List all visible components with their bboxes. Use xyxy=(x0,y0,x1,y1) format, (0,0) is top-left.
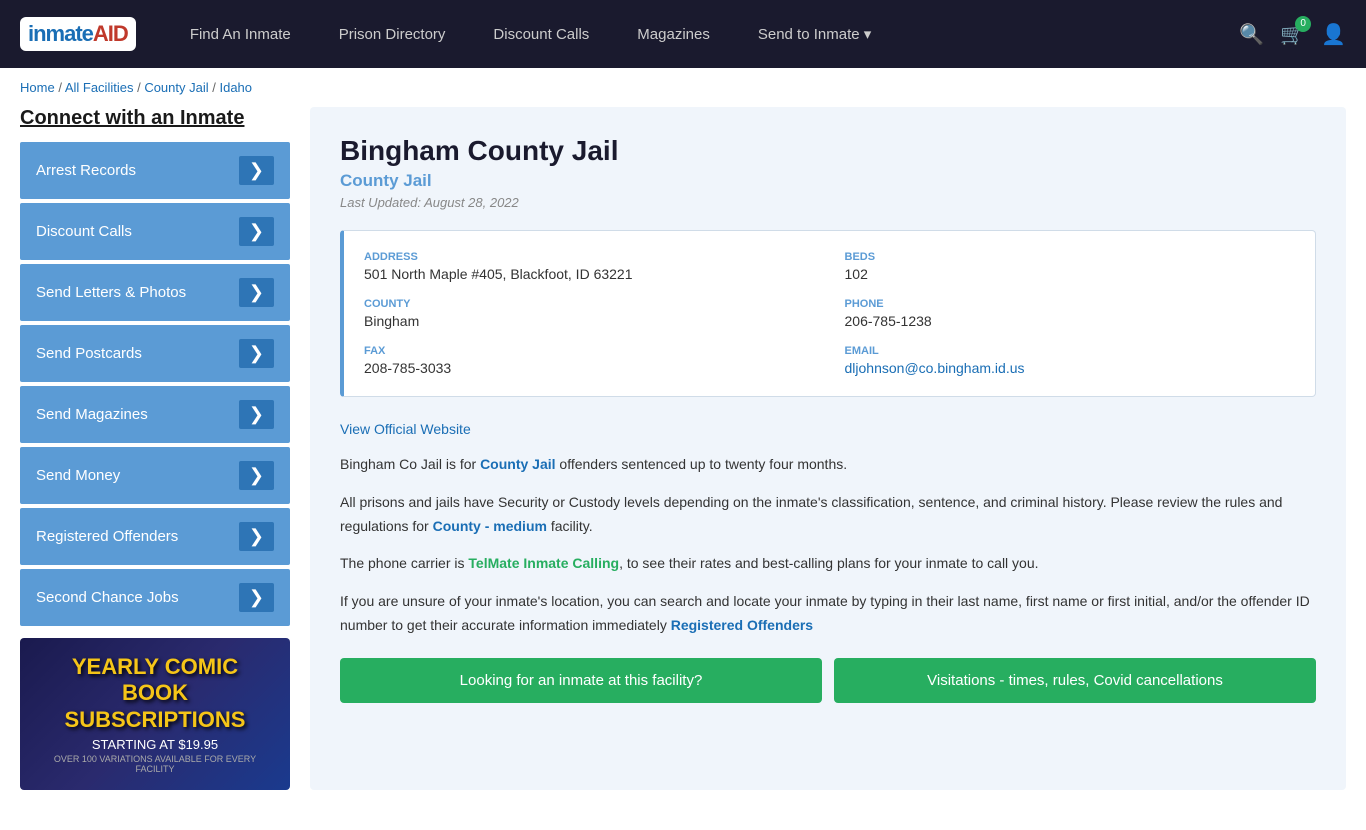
user-icon[interactable]: 👤 xyxy=(1321,22,1346,47)
fax-value: 208-785-3033 xyxy=(364,360,815,376)
sidebar-arrow-second-chance-jobs: ❯ xyxy=(239,583,274,612)
search-icon[interactable]: 🔍 xyxy=(1239,22,1264,47)
facility-title: Bingham County Jail xyxy=(340,135,1316,167)
sidebar-arrow-registered-offenders: ❯ xyxy=(239,522,274,551)
desc2: All prisons and jails have Security or C… xyxy=(340,491,1316,539)
sidebar: Connect with an Inmate Arrest Records ❯ … xyxy=(20,107,290,790)
ad-title-line1: YEARLY COMIC BOOK xyxy=(36,654,274,707)
desc1: Bingham Co Jail is for County Jail offen… xyxy=(340,453,1316,477)
cart-wrapper[interactable]: 🛒 0 xyxy=(1280,22,1305,47)
sidebar-arrow-send-money: ❯ xyxy=(239,461,274,490)
beds-value: 102 xyxy=(845,266,1296,282)
info-grid: ADDRESS 501 North Maple #405, Blackfoot,… xyxy=(340,230,1316,397)
main-container: Connect with an Inmate Arrest Records ❯ … xyxy=(0,107,1366,830)
sidebar-label-send-letters: Send Letters & Photos xyxy=(36,284,186,301)
nav-prison-directory[interactable]: Prison Directory xyxy=(315,0,470,68)
logo-text: inmateAID xyxy=(28,21,128,47)
county-medium-link[interactable]: County - medium xyxy=(433,518,547,534)
nav-links: Find An Inmate Prison Directory Discount… xyxy=(166,0,1239,68)
visitations-button[interactable]: Visitations - times, rules, Covid cancel… xyxy=(834,658,1316,703)
breadcrumb-county-jail[interactable]: County Jail xyxy=(144,80,208,95)
sidebar-arrow-arrest-records: ❯ xyxy=(239,156,274,185)
address-value: 501 North Maple #405, Blackfoot, ID 6322… xyxy=(364,266,815,282)
nav-magazines[interactable]: Magazines xyxy=(613,0,734,68)
cart-badge: 0 xyxy=(1295,16,1311,32)
navbar: inmateAID Find An Inmate Prison Director… xyxy=(0,0,1366,68)
ad-note: OVER 100 VARIATIONS AVAILABLE FOR EVERY … xyxy=(36,754,274,774)
sidebar-arrow-send-postcards: ❯ xyxy=(239,339,274,368)
registered-offenders-link[interactable]: Registered Offenders xyxy=(671,617,813,633)
sidebar-label-send-money: Send Money xyxy=(36,467,120,484)
bottom-buttons: Looking for an inmate at this facility? … xyxy=(340,658,1316,703)
sidebar-item-send-postcards[interactable]: Send Postcards ❯ xyxy=(20,325,290,382)
sidebar-label-registered-offenders: Registered Offenders xyxy=(36,528,178,545)
sidebar-item-send-money[interactable]: Send Money ❯ xyxy=(20,447,290,504)
sidebar-arrow-send-magazines: ❯ xyxy=(239,400,274,429)
breadcrumb: Home / All Facilities / County Jail / Id… xyxy=(0,68,1366,107)
facility-content: Bingham County Jail County Jail Last Upd… xyxy=(310,107,1346,790)
county-label: COUNTY xyxy=(364,298,815,310)
phone-value: 206-785-1238 xyxy=(845,313,1296,329)
county-block: COUNTY Bingham xyxy=(364,298,815,329)
sidebar-label-discount-calls: Discount Calls xyxy=(36,223,132,240)
sidebar-arrow-send-letters: ❯ xyxy=(239,278,274,307)
email-value: dljohnson@co.bingham.id.us xyxy=(845,360,1296,376)
view-website-link[interactable]: View Official Website xyxy=(340,421,1316,437)
breadcrumb-home[interactable]: Home xyxy=(20,80,55,95)
sidebar-item-arrest-records[interactable]: Arrest Records ❯ xyxy=(20,142,290,199)
email-link[interactable]: dljohnson@co.bingham.id.us xyxy=(845,360,1025,376)
phone-block: PHONE 206-785-1238 xyxy=(845,298,1296,329)
beds-block: BEDS 102 xyxy=(845,251,1296,282)
sidebar-item-registered-offenders[interactable]: Registered Offenders ❯ xyxy=(20,508,290,565)
address-label: ADDRESS xyxy=(364,251,815,263)
sidebar-label-second-chance-jobs: Second Chance Jobs xyxy=(36,589,179,606)
sidebar-item-send-letters[interactable]: Send Letters & Photos ❯ xyxy=(20,264,290,321)
email-block: EMAIL dljohnson@co.bingham.id.us xyxy=(845,345,1296,376)
sidebar-item-send-magazines[interactable]: Send Magazines ❯ xyxy=(20,386,290,443)
desc3: The phone carrier is TelMate Inmate Call… xyxy=(340,552,1316,576)
email-label: EMAIL xyxy=(845,345,1296,357)
sidebar-label-send-magazines: Send Magazines xyxy=(36,406,148,423)
sidebar-item-second-chance-jobs[interactable]: Second Chance Jobs ❯ xyxy=(20,569,290,626)
sidebar-label-send-postcards: Send Postcards xyxy=(36,345,142,362)
county-jail-link[interactable]: County Jail xyxy=(480,456,555,472)
fax-label: FAX xyxy=(364,345,815,357)
ad-price: STARTING AT $19.95 xyxy=(92,737,218,752)
sidebar-arrow-discount-calls: ❯ xyxy=(239,217,274,246)
sidebar-label-arrest-records: Arrest Records xyxy=(36,162,136,179)
nav-find-inmate[interactable]: Find An Inmate xyxy=(166,0,315,68)
beds-label: BEDS xyxy=(845,251,1296,263)
phone-label: PHONE xyxy=(845,298,1296,310)
find-inmate-button[interactable]: Looking for an inmate at this facility? xyxy=(340,658,822,703)
fax-block: FAX 208-785-3033 xyxy=(364,345,815,376)
breadcrumb-all-facilities[interactable]: All Facilities xyxy=(65,80,134,95)
county-value: Bingham xyxy=(364,313,815,329)
telmate-link[interactable]: TelMate Inmate Calling xyxy=(468,555,619,571)
ad-banner[interactable]: YEARLY COMIC BOOK SUBSCRIPTIONS STARTING… xyxy=(20,638,290,790)
address-block: ADDRESS 501 North Maple #405, Blackfoot,… xyxy=(364,251,815,282)
desc4: If you are unsure of your inmate's locat… xyxy=(340,590,1316,638)
nav-right-icons: 🔍 🛒 0 👤 xyxy=(1239,22,1346,47)
nav-send-to-inmate[interactable]: Send to Inmate ▾ xyxy=(734,0,895,68)
logo[interactable]: inmateAID xyxy=(20,17,136,51)
facility-type: County Jail xyxy=(340,171,1316,191)
nav-discount-calls[interactable]: Discount Calls xyxy=(469,0,613,68)
sidebar-title: Connect with an Inmate xyxy=(20,107,290,130)
facility-updated: Last Updated: August 28, 2022 xyxy=(340,195,1316,210)
breadcrumb-state[interactable]: Idaho xyxy=(219,80,252,95)
ad-title-line2: SUBSCRIPTIONS xyxy=(65,707,246,733)
sidebar-item-discount-calls[interactable]: Discount Calls ❯ xyxy=(20,203,290,260)
